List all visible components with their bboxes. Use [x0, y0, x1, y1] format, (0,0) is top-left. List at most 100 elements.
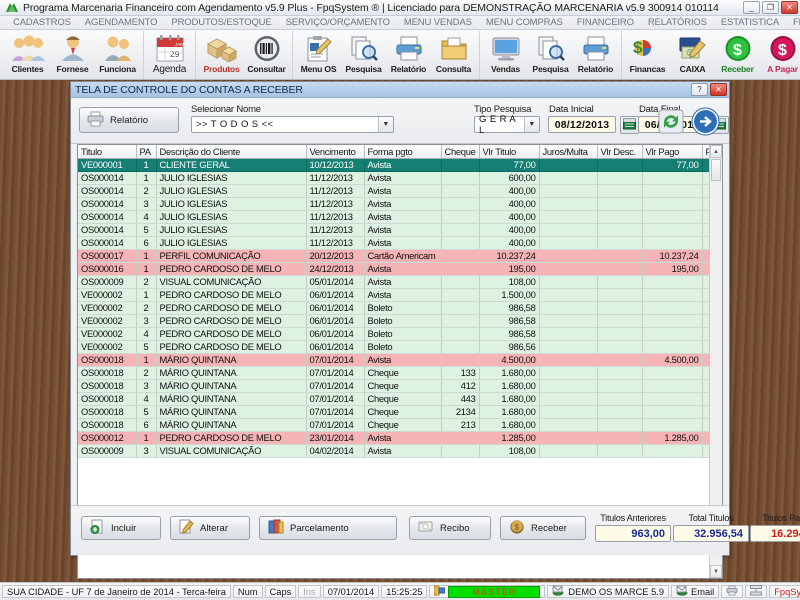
table-row[interactable]: OS000014 3 JULIO IGLESIAS 11/12/2013 Avista 4… [78, 197, 709, 211]
toolbar-receber[interactable]: $ Receber [715, 31, 760, 78]
toolbar-relatorio-vendas[interactable]: Relatório [573, 31, 618, 78]
toolbar-produtos[interactable]: Produtos [199, 31, 244, 78]
go-button[interactable] [691, 107, 720, 139]
status-master-badge: MASTER [448, 585, 541, 598]
table-row[interactable]: VE000002 5 PEDRO CARDOSO DE MELO 06/01/2014… [78, 340, 709, 354]
mdi-close-button[interactable]: ✕ [710, 83, 727, 96]
tipo-pesquisa-select[interactable]: G E R A L ▼ [474, 114, 540, 136]
col-descricao-cliente[interactable]: Descrição do Cliente [156, 145, 307, 159]
mdi-help-button[interactable]: ? [691, 83, 708, 96]
table-cell: OS000018 [78, 405, 137, 419]
toolbar-relatorio-os[interactable]: Relatório [386, 31, 431, 78]
table-row[interactable]: OS000009 2 VISUAL COMUNICAÇÃO 05/01/2014 Avi… [78, 275, 709, 289]
menu-relatorios[interactable]: RELATÓRIOS [641, 17, 714, 28]
recibo-button[interactable]: Recibo [409, 516, 491, 540]
table-cell: OS000014 [78, 197, 137, 211]
table-cell: OS000014 [78, 184, 137, 198]
menu-estatistica[interactable]: ESTATISTICA [714, 17, 786, 28]
table-row[interactable]: VE000002 1 PEDRO CARDOSO DE MELO 06/01/2014… [78, 288, 709, 302]
toolbar-a-pagar[interactable]: $ A Pagar [760, 31, 800, 78]
menu-produtos-estoque[interactable]: PRODUTOS/ESTOQUE [164, 17, 278, 28]
table-row[interactable]: OS000014 1 JULIO IGLESIAS 11/12/2013 Avista 6… [78, 171, 709, 185]
relatorio-button[interactable]: Relatório [79, 107, 179, 133]
table-row[interactable]: OS000018 6 MÁRIO QUINTANA 07/01/2014 Cheque 2… [78, 418, 709, 432]
data-inicial-calendar-button[interactable] [620, 116, 639, 134]
toolbar-pesquisa-os[interactable]: Pesquisa [341, 31, 386, 78]
menu-compras[interactable]: MENU COMPRAS [479, 17, 570, 28]
table-row[interactable]: OS000014 4 JULIO IGLESIAS 11/12/2013 Avista 4… [78, 210, 709, 224]
toolbar-funciona[interactable]: Funciona [95, 31, 140, 78]
table-row[interactable]: OS000018 3 MÁRIO QUINTANA 07/01/2014 Cheque 4… [78, 379, 709, 393]
maximize-button[interactable]: ❐ [762, 1, 779, 14]
col-titulo[interactable]: Titulo [78, 145, 137, 159]
col-vlr-desc[interactable]: Vlr Desc. [597, 145, 643, 159]
toolbar-caixa[interactable]: $ CAIXA [670, 31, 715, 78]
table-cell [642, 210, 703, 224]
table-row[interactable]: VE000002 3 PEDRO CARDOSO DE MELO 06/01/2014… [78, 314, 709, 328]
chevron-down-icon[interactable]: ▼ [524, 117, 539, 132]
table-row[interactable]: OS000014 6 JULIO IGLESIAS 11/12/2013 Avista 4… [78, 236, 709, 250]
table-row[interactable]: OS000016 1 PEDRO CARDOSO DE MELO 24/12/2013… [78, 262, 709, 276]
table-cell [597, 405, 643, 419]
col-juros-multa[interactable]: Juros/Multa [539, 145, 598, 159]
col-cheque[interactable]: Cheque [441, 145, 480, 159]
table-cell [642, 379, 703, 393]
table-row[interactable]: OS000014 2 JULIO IGLESIAS 11/12/2013 Avista 4… [78, 184, 709, 198]
menu-vendas[interactable]: MENU VENDAS [397, 17, 479, 28]
alterar-button[interactable]: Alterar [170, 516, 250, 540]
toolbar-financas[interactable]: $ Financas [625, 31, 670, 78]
data-inicial-input[interactable]: 08/12/2013 [548, 116, 616, 133]
col-pa[interactable]: PA [136, 145, 157, 159]
table-cell: OS000018 [78, 366, 137, 380]
table-row[interactable]: OS000009 3 VISUAL COMUNICAÇÃO 04/02/2014 Avi… [78, 444, 709, 458]
table-row[interactable]: VE000001 1 CLIENTE GERAL 10/12/2013 Avista 77… [78, 158, 709, 172]
toolbar-consulta-os[interactable]: Consulta [431, 31, 476, 78]
scroll-down-arrow[interactable]: ▼ [710, 565, 722, 578]
table-row[interactable]: VE000002 2 PEDRO CARDOSO DE MELO 06/01/2014… [78, 301, 709, 315]
table-cell: 1.680,00 [479, 392, 540, 406]
scroll-up-arrow[interactable]: ▲ [710, 145, 722, 158]
menu-financeiro[interactable]: FINANCEIRO [570, 17, 641, 28]
parcelamento-button[interactable]: Parcelamento [259, 516, 397, 540]
scrollbar-thumb[interactable] [711, 159, 721, 181]
toolbar-clientes[interactable]: Clientes [5, 31, 50, 78]
col-pagamento[interactable]: Pagamento [702, 145, 709, 159]
table-cell: MÁRIO QUINTANA [156, 353, 307, 367]
toolbar-agenda[interactable]: JAN 29 Agenda [147, 31, 192, 78]
table-row[interactable]: VE000002 4 PEDRO CARDOSO DE MELO 06/01/2014… [78, 327, 709, 341]
col-vencimento[interactable]: Vencimento [306, 145, 365, 159]
status-printer[interactable] [721, 585, 744, 598]
col-vlr-titulo[interactable]: Vlr Titulo [479, 145, 540, 159]
refresh-button[interactable] [658, 109, 684, 137]
table-cell [441, 262, 480, 276]
col-forma-pgto[interactable]: Forma pgto [364, 145, 442, 159]
menu-cadastros[interactable]: CADASTROS [6, 17, 78, 28]
toolbar-fornese[interactable]: Fornese [50, 31, 95, 78]
toolbar-menu-os[interactable]: Menu OS [296, 31, 341, 78]
menu-servico-orcamento[interactable]: SERVIÇO/ORÇAMENTO [279, 17, 397, 28]
incluir-button[interactable]: Incluir [81, 516, 161, 540]
close-button[interactable]: ✕ [781, 1, 798, 14]
status-email[interactable]: Email [671, 585, 720, 598]
table-row[interactable]: OS000012 1 PEDRO CARDOSO DE MELO 23/01/2014… [78, 431, 709, 445]
table-cell: Cheque [364, 379, 442, 393]
minimize-button[interactable]: _ [743, 1, 760, 14]
col-vlr-pago[interactable]: Vlr Pago [642, 145, 703, 159]
status-network[interactable] [745, 585, 768, 598]
table-row[interactable]: OS000014 5 JULIO IGLESIAS 11/12/2013 Avista 4… [78, 223, 709, 237]
selecionar-nome-select[interactable]: >> T O D O S << ▼ [191, 116, 394, 133]
table-row[interactable]: OS000018 5 MÁRIO QUINTANA 07/01/2014 Cheque 2… [78, 405, 709, 419]
toolbar-vendas[interactable]: Vendas [483, 31, 528, 78]
table-cell: 4.500,00 [642, 353, 703, 367]
table-row[interactable]: OS000018 4 MÁRIO QUINTANA 07/01/2014 Cheque 4… [78, 392, 709, 406]
table-row[interactable]: OS000017 1 PERFIL COMUNICAÇÃO 20/12/2013 Car… [78, 249, 709, 263]
receber-button[interactable]: $ Receber [500, 516, 586, 540]
toolbar-pesquisa-vendas[interactable]: Pesquisa [528, 31, 573, 78]
chevron-down-icon[interactable]: ▼ [378, 117, 393, 132]
table-row[interactable]: OS000018 2 MÁRIO QUINTANA 07/01/2014 Cheque 1… [78, 366, 709, 380]
toolbar-consultar[interactable]: Consultar [244, 31, 289, 78]
table-row[interactable]: OS000018 1 MÁRIO QUINTANA 07/01/2014 Avista 4… [78, 353, 709, 367]
menu-ferramentas[interactable]: FERRAMENTAS [786, 17, 800, 28]
table-cell: OS000018 [78, 379, 137, 393]
menu-agendamento[interactable]: AGENDAMENTO [78, 17, 165, 28]
